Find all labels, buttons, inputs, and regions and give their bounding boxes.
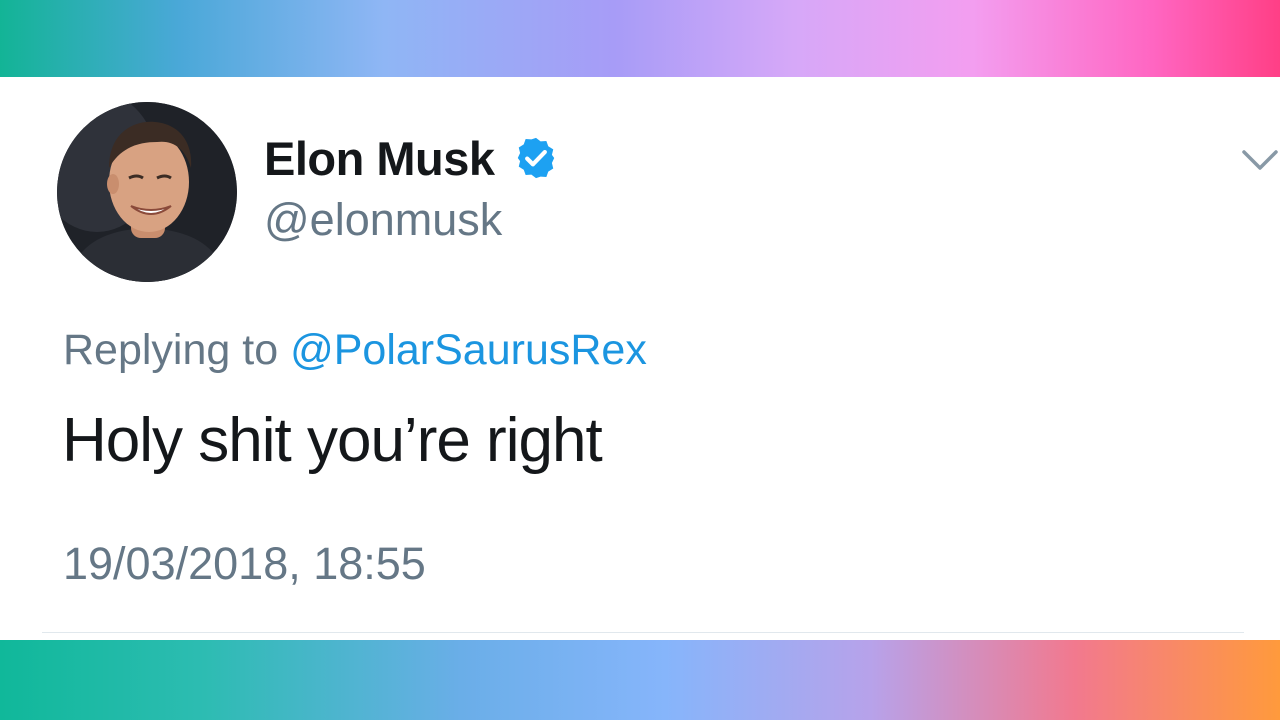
- chevron-down-icon[interactable]: [1240, 142, 1280, 178]
- author-name[interactable]: Elon Musk: [264, 131, 495, 186]
- gradient-banner-bottom: [0, 640, 1280, 720]
- tweet-timestamp[interactable]: 19/03/2018, 18:55: [63, 538, 426, 590]
- replying-to-mention-link[interactable]: @PolarSaurusRex: [290, 326, 647, 374]
- verified-badge-icon: [513, 135, 559, 181]
- avatar[interactable]: [57, 102, 237, 282]
- replying-to-label: Replying to: [63, 326, 279, 374]
- gradient-banner-top: [0, 0, 1280, 77]
- author-name-row[interactable]: Elon Musk: [264, 128, 559, 188]
- author-handle[interactable]: @elonmusk: [264, 194, 502, 246]
- tweet-text: Holy shit you’re right: [62, 406, 603, 475]
- avatar-image: [57, 102, 237, 282]
- replying-to-line: Replying to @PolarSaurusRex: [63, 326, 647, 375]
- divider: [42, 632, 1244, 633]
